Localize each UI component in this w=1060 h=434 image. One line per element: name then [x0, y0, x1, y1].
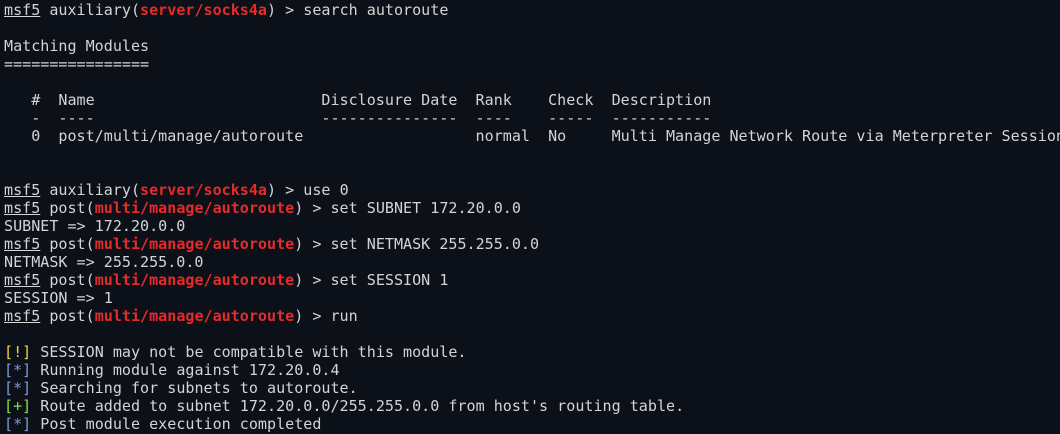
terminal-line: [!] SESSION may not be compatible with t… — [4, 343, 1060, 361]
prompt-label: msf5 — [4, 199, 41, 217]
terminal-line: - ---- --------------- ---- ----- ------… — [4, 109, 1060, 127]
terminal-text: - ---- --------------- ---- ----- ------… — [4, 109, 712, 127]
terminal-line: SESSION => 1 — [4, 289, 1060, 307]
terminal-text: post( — [40, 199, 95, 217]
terminal-text: ) > set SUBNET 172.20.0.0 — [294, 199, 521, 217]
terminal-line: msf5 auxiliary(server/socks4a) > use 0 — [4, 181, 1060, 199]
prompt-label: msf5 — [4, 271, 41, 289]
terminal-text: auxiliary( — [40, 1, 141, 19]
terminal-line: # Name Disclosure Date Rank Check Descri… — [4, 91, 1060, 109]
terminal-text: post( — [40, 307, 95, 325]
terminal-line: msf5 auxiliary(server/socks4a) > search … — [4, 1, 1060, 19]
terminal-line: msf5 post(multi/manage/autoroute) > set … — [4, 271, 1060, 289]
terminal-text: Searching for subnets to autoroute. — [31, 379, 358, 397]
terminal-line: [*] Post module execution completed — [4, 415, 1060, 433]
terminal-text: post( — [40, 271, 95, 289]
terminal-line: [*] Running module against 172.20.0.4 — [4, 361, 1060, 379]
module-name: multi/manage/autoroute — [94, 235, 295, 253]
terminal-line: NETMASK => 255.255.0.0 — [4, 253, 1060, 271]
prompt-label: msf5 — [4, 1, 41, 19]
terminal-line: 0 post/multi/manage/autoroute normal No … — [4, 127, 1060, 145]
terminal-text: ) > run — [294, 307, 358, 325]
terminal-text: NETMASK => 255.255.0.0 — [4, 253, 204, 271]
status-marker: [*] — [4, 379, 32, 397]
terminal-text: ================ — [4, 55, 150, 73]
terminal-text: Post module execution completed — [31, 415, 322, 433]
terminal-text: Running module against 172.20.0.4 — [31, 361, 340, 379]
terminal-line: Matching Modules — [4, 37, 1060, 55]
status-marker: [+] — [4, 397, 32, 415]
terminal-text: ) > search autoroute — [267, 1, 449, 19]
terminal-line: msf5 post(multi/manage/autoroute) > run — [4, 307, 1060, 325]
terminal-line: [+] Route added to subnet 172.20.0.0/255… — [4, 397, 1060, 415]
status-marker: [!] — [4, 343, 32, 361]
terminal-line: [*] Searching for subnets to autoroute. — [4, 379, 1060, 397]
terminal-output[interactable]: msf5 auxiliary(server/socks4a) > search … — [4, 1, 1060, 433]
terminal-text: ) > set SESSION 1 — [294, 271, 449, 289]
terminal-line: msf5 post(multi/manage/autoroute) > set … — [4, 199, 1060, 217]
module-name: server/socks4a — [140, 181, 268, 199]
prompt-label: msf5 — [4, 235, 41, 253]
terminal-text: Matching Modules — [4, 37, 150, 55]
module-name: server/socks4a — [140, 1, 268, 19]
prompt-label: msf5 — [4, 181, 41, 199]
prompt-label: msf5 — [4, 307, 41, 325]
module-name: multi/manage/autoroute — [94, 199, 295, 217]
terminal-text: 0 post/multi/manage/autoroute normal No … — [4, 127, 1060, 145]
module-name: multi/manage/autoroute — [94, 307, 295, 325]
terminal-text: auxiliary( — [40, 181, 141, 199]
terminal-line: SUBNET => 172.20.0.0 — [4, 217, 1060, 235]
terminal-text: Route added to subnet 172.20.0.0/255.255… — [31, 397, 685, 415]
terminal-text: SESSION may not be compatible with this … — [31, 343, 467, 361]
terminal-text: post( — [40, 235, 95, 253]
module-name: multi/manage/autoroute — [94, 271, 295, 289]
terminal-text: SUBNET => 172.20.0.0 — [4, 217, 186, 235]
terminal-text: ) > use 0 — [267, 181, 349, 199]
terminal-text: ) > set NETMASK 255.255.0.0 — [294, 235, 540, 253]
terminal-text: SESSION => 1 — [4, 289, 113, 307]
terminal-line: ================ — [4, 55, 1060, 73]
status-marker: [*] — [4, 361, 32, 379]
status-marker: [*] — [4, 415, 32, 433]
terminal-text: # Name Disclosure Date Rank Check Descri… — [4, 91, 712, 109]
terminal-line: msf5 post(multi/manage/autoroute) > set … — [4, 235, 1060, 253]
